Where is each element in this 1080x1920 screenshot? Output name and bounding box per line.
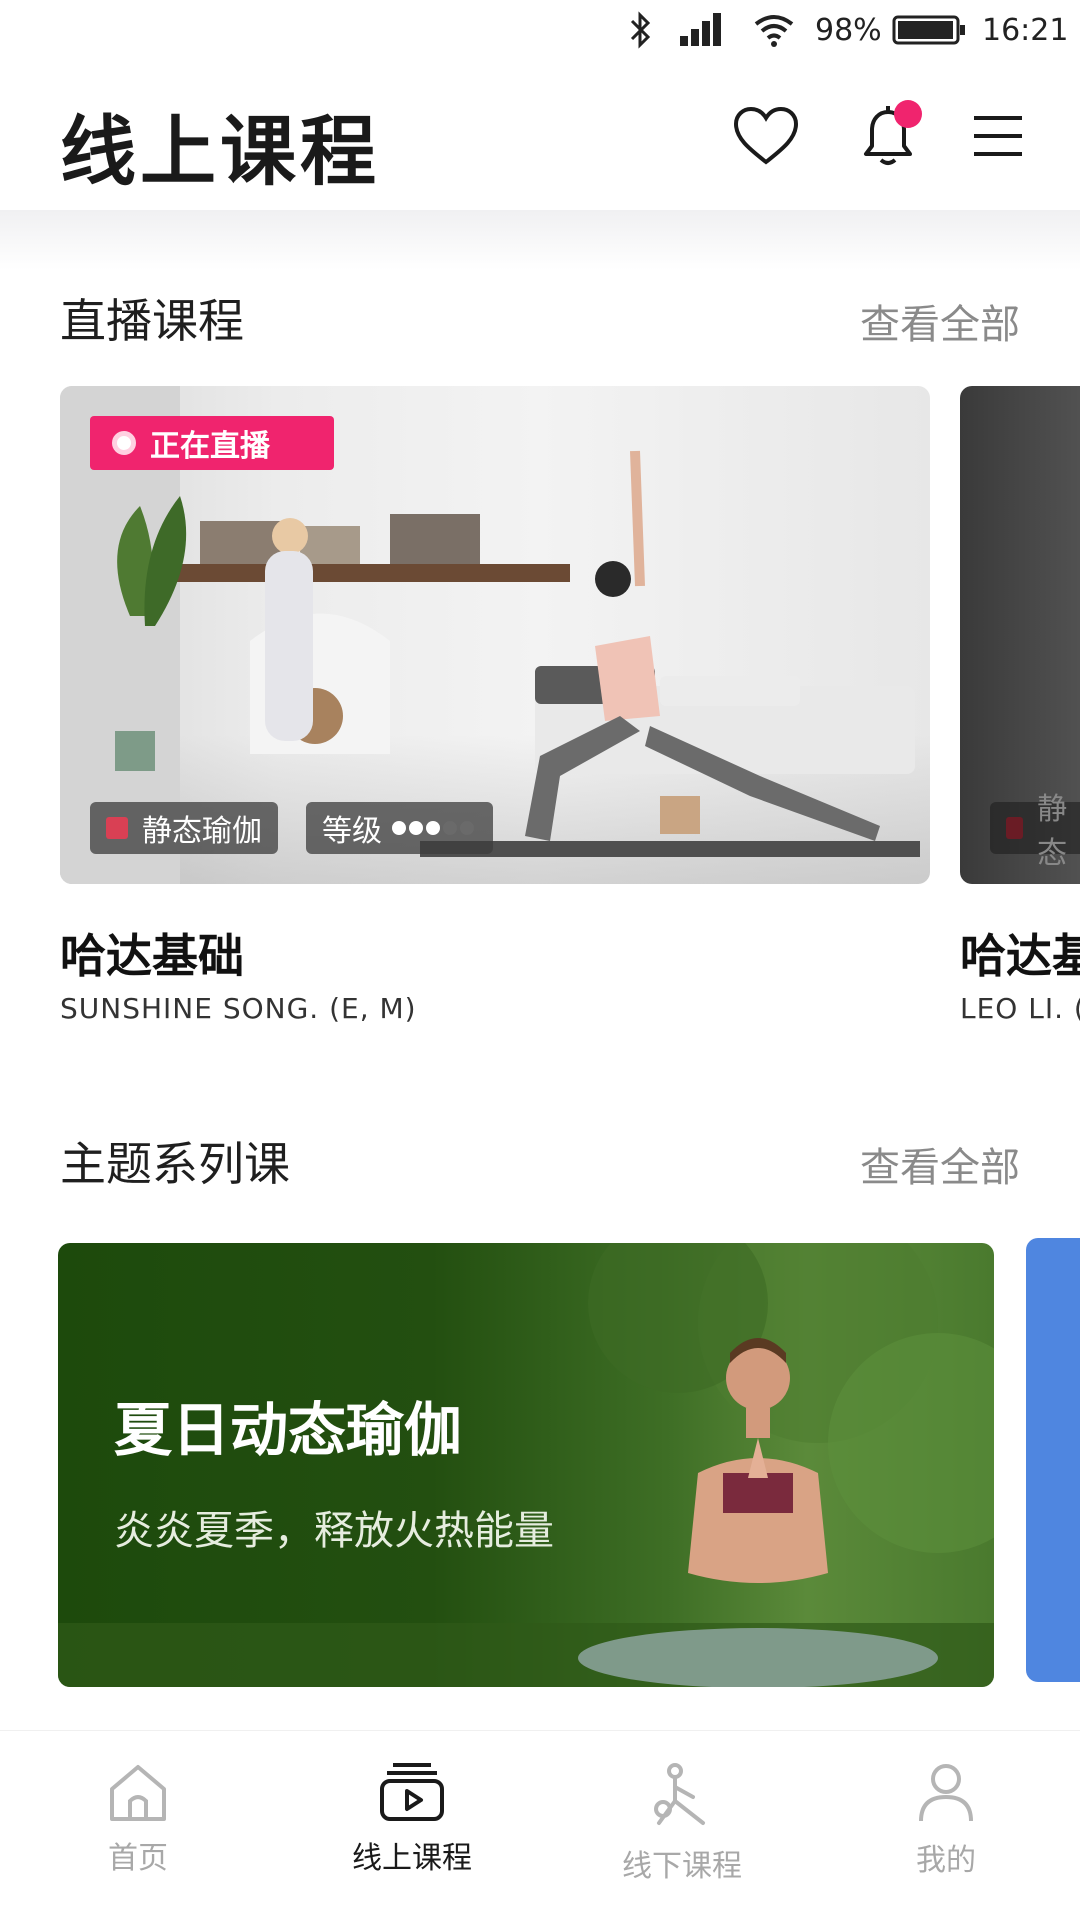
live-view-all-link[interactable]: 查看全部 bbox=[860, 292, 1020, 350]
level-label: 等级 bbox=[322, 814, 382, 849]
course-name[interactable]: 哈达基础 bbox=[60, 920, 244, 986]
menu-icon bbox=[974, 116, 1022, 156]
video-course-icon bbox=[380, 1763, 444, 1821]
style-tag: 静态瑜伽 bbox=[90, 802, 278, 854]
style-tag-label: 静态瑜伽 bbox=[142, 814, 262, 849]
signal-icon bbox=[678, 10, 726, 50]
heart-icon bbox=[733, 106, 799, 165]
live-badge-label: 正在直播 bbox=[150, 429, 270, 464]
status-bar: 98% 16:21 bbox=[0, 0, 1080, 60]
style-tag-label: 静态 bbox=[1037, 792, 1068, 871]
level-dots bbox=[392, 821, 477, 835]
level-dot bbox=[426, 821, 440, 835]
style-tag: 静态 bbox=[990, 792, 1080, 871]
live-course-card[interactable]: 正在直播 静态瑜伽 等级 bbox=[60, 386, 930, 884]
level-dot bbox=[392, 821, 406, 835]
menu-button[interactable] bbox=[962, 100, 1034, 172]
theme-section-title: 主题系列课 bbox=[60, 1137, 290, 1191]
level-dot bbox=[460, 821, 474, 835]
style-square-icon bbox=[106, 817, 128, 839]
level-dot bbox=[409, 821, 423, 835]
live-badge: 正在直播 bbox=[90, 416, 334, 470]
home-icon bbox=[110, 1765, 166, 1821]
tab-offline-courses-label: 线下课程 bbox=[622, 1849, 742, 1884]
tab-home[interactable]: 首页 bbox=[48, 1761, 228, 1877]
tab-online-courses[interactable]: 线上课程 bbox=[322, 1761, 502, 1877]
header-shadow bbox=[0, 210, 1080, 270]
tab-offline-courses[interactable]: 线下课程 bbox=[592, 1761, 772, 1885]
tab-profile[interactable]: 我的 bbox=[856, 1761, 1036, 1879]
course-teacher: SUNSHINE SONG. (E, M) bbox=[60, 992, 417, 1025]
theme-view-all-link[interactable]: 查看全部 bbox=[860, 1135, 1020, 1193]
clock: 16:21 bbox=[982, 12, 1069, 48]
live-dot-icon bbox=[112, 431, 136, 455]
notifications-button[interactable] bbox=[852, 100, 924, 172]
theme-banner-next[interactable] bbox=[1026, 1238, 1080, 1682]
bottom-tab-bar: 首页 线上课程 线下课程 我的 bbox=[0, 1730, 1080, 1920]
notification-dot bbox=[894, 100, 922, 128]
battery-icon bbox=[892, 10, 968, 50]
header: 线上课程 bbox=[0, 60, 1080, 210]
favorites-button[interactable] bbox=[730, 100, 802, 172]
tab-online-courses-label: 线上课程 bbox=[352, 1841, 472, 1876]
tab-profile-label: 我的 bbox=[916, 1843, 976, 1878]
banner-title: 夏日动态瑜伽 bbox=[114, 1396, 463, 1464]
battery-percent: 98% bbox=[815, 12, 882, 48]
level-tag: 等级 bbox=[306, 802, 493, 854]
person-icon bbox=[919, 1764, 973, 1822]
course-teacher: LEO LI. ( bbox=[960, 992, 1080, 1025]
course-name[interactable]: 哈达基 bbox=[960, 920, 1080, 986]
wifi-icon bbox=[752, 10, 796, 50]
live-section-title: 直播课程 bbox=[60, 294, 244, 348]
live-course-card[interactable]: 静态 bbox=[960, 386, 1080, 884]
theme-banner[interactable]: 夏日动态瑜伽 炎炎夏季，释放火热能量 bbox=[58, 1243, 994, 1687]
bluetooth-icon bbox=[628, 10, 654, 50]
tab-home-label: 首页 bbox=[108, 1841, 168, 1876]
page-title: 线上课程 bbox=[60, 107, 380, 196]
banner-subtitle: 炎炎夏季，释放火热能量 bbox=[114, 1508, 554, 1554]
yoga-pose-icon bbox=[654, 1763, 705, 1825]
level-dot bbox=[443, 821, 457, 835]
style-square-icon bbox=[1006, 817, 1024, 839]
